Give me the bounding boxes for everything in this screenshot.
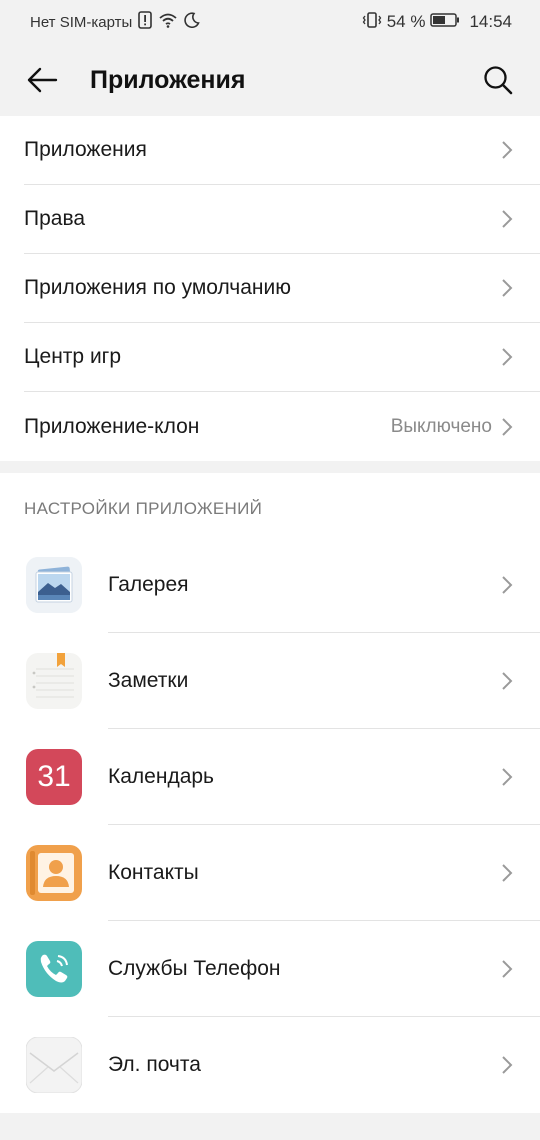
app-item-label: Заметки <box>108 668 189 692</box>
menu-item-label: Приложение-клон <box>24 414 200 438</box>
clock: 14:54 <box>469 12 512 31</box>
chevron-right-icon <box>502 141 513 159</box>
chevron-right-icon <box>502 417 513 436</box>
chevron-right-icon <box>502 767 513 786</box>
search-icon[interactable] <box>480 62 516 98</box>
app-bar: Приложения <box>0 44 540 116</box>
section-header: НАСТРОЙКИ ПРИЛОЖЕНИЙ <box>0 473 540 537</box>
app-settings-list: Галерея Заметки 31 Календарь Контакты Сл… <box>0 537 540 1113</box>
vibrate-icon <box>362 11 382 34</box>
chevron-right-icon <box>502 348 513 366</box>
menu-item-app-twin[interactable]: Приложение-клон Выключено <box>24 392 540 461</box>
battery-icon <box>430 12 460 33</box>
page-title: Приложения <box>90 65 246 94</box>
menu-item-permissions[interactable]: Права <box>24 185 540 254</box>
email-icon <box>25 1036 83 1094</box>
notes-icon <box>26 653 82 709</box>
chevron-right-icon <box>502 959 513 978</box>
app-item-gallery[interactable]: Галерея <box>0 537 540 633</box>
main-settings-list: Приложения Права Приложения по умолчанию… <box>0 116 540 461</box>
battery-percent: 54 % <box>386 12 426 31</box>
app-item-calendar[interactable]: 31 Календарь <box>0 729 540 825</box>
app-item-label: Контакты <box>108 860 199 884</box>
app-item-label: Эл. почта <box>108 1053 201 1076</box>
back-arrow-icon[interactable] <box>24 62 60 98</box>
gallery-icon <box>26 557 82 613</box>
status-bar: Нет SIM-карты 54 % 14:54 <box>0 0 540 44</box>
menu-item-label: Приложения <box>24 138 147 161</box>
menu-item-default-apps[interactable]: Приложения по умолчанию <box>24 254 540 323</box>
menu-item-label: Приложения по умолчанию <box>24 276 291 299</box>
menu-item-game-center[interactable]: Центр игр <box>24 323 540 392</box>
section-divider <box>0 461 540 473</box>
app-item-contacts[interactable]: Контакты <box>0 825 540 921</box>
chevron-right-icon <box>502 210 513 228</box>
carrier-text: Нет SIM-карты <box>30 13 133 31</box>
app-item-label: Галерея <box>108 572 189 596</box>
sim-alert-icon <box>138 11 153 33</box>
calendar-icon-date: 31 <box>37 760 71 793</box>
chevron-right-icon <box>502 1056 513 1074</box>
menu-item-value: Выключено <box>390 415 492 437</box>
chevron-right-icon <box>502 863 513 882</box>
menu-item-label: Права <box>24 207 86 230</box>
moon-icon <box>184 12 200 32</box>
chevron-right-icon <box>502 575 513 594</box>
app-item-label: Службы Телефон <box>108 956 281 980</box>
menu-item-label: Центр игр <box>24 345 122 368</box>
app-item-phone-services[interactable]: Службы Телефон <box>0 921 540 1017</box>
phone-icon <box>26 941 82 997</box>
app-item-label: Календарь <box>108 764 214 788</box>
contacts-icon <box>26 845 82 901</box>
menu-item-apps[interactable]: Приложения <box>24 116 540 185</box>
chevron-right-icon <box>502 671 513 690</box>
calendar-icon: 31 <box>26 749 82 805</box>
app-item-notes[interactable]: Заметки <box>0 633 540 729</box>
app-item-email[interactable]: Эл. почта <box>0 1017 540 1113</box>
chevron-right-icon <box>502 279 513 297</box>
wifi-icon <box>158 12 178 32</box>
